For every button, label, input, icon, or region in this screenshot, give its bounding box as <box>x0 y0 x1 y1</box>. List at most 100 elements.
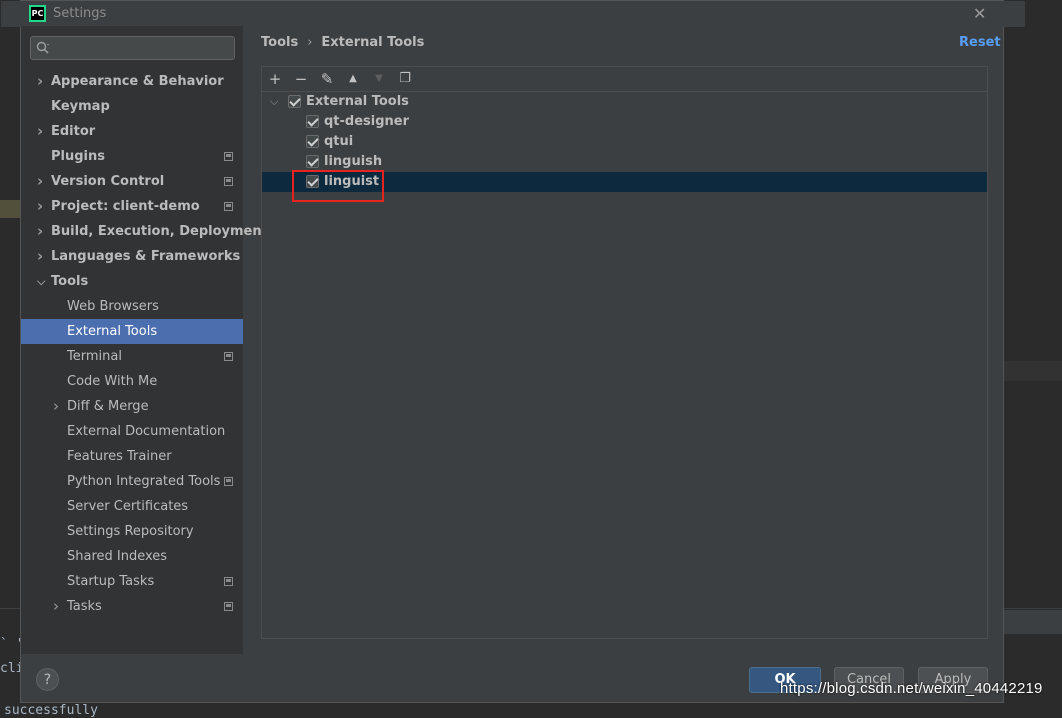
pycharm-logo-icon: PC <box>29 5 46 22</box>
sidebar-item[interactable]: › Tasks <box>21 594 243 619</box>
sidebar-item[interactable]: Web Browsers <box>21 294 243 319</box>
watermark-text: https://blog.csdn.net/weixin_40442219 <box>780 680 1043 697</box>
sidebar-item[interactable]: Plugins <box>21 144 243 169</box>
chevron-right-icon[interactable]: › <box>37 169 47 194</box>
sidebar-item[interactable]: Server Certificates <box>21 494 243 519</box>
project-level-icon <box>224 202 233 211</box>
terminal-line: successfully <box>4 703 98 718</box>
copy-icon[interactable]: ❐ <box>396 70 414 88</box>
chevron-right-icon[interactable]: › <box>37 69 47 94</box>
sidebar-item-label: Languages & Frameworks <box>51 249 241 264</box>
sidebar-item[interactable]: › Version Control <box>21 169 243 194</box>
tool-item[interactable]: qt-designer <box>262 112 987 132</box>
sidebar-item[interactable]: › Build, Execution, Deployment <box>21 219 268 244</box>
search-icon <box>36 41 49 54</box>
sidebar-item[interactable]: External Tools <box>21 319 243 344</box>
tool-item-label: linguish <box>324 154 383 169</box>
sidebar-item-label: Features Trainer <box>67 449 172 464</box>
move-up-icon[interactable]: ▲ <box>344 70 362 88</box>
sidebar-item[interactable]: External Documentation <box>21 419 243 444</box>
chevron-right-icon[interactable]: › <box>37 244 47 269</box>
chevron-right-icon[interactable]: › <box>53 394 63 419</box>
project-level-icon <box>224 602 233 611</box>
sidebar-item[interactable]: Terminal <box>21 344 243 369</box>
sidebar-item[interactable]: › Project: client-demo <box>21 194 243 219</box>
help-button[interactable]: ? <box>36 668 59 691</box>
reset-link[interactable]: Reset <box>959 35 1001 50</box>
sidebar-item[interactable]: Code With Me <box>21 369 243 394</box>
editor-line-highlight <box>0 200 20 218</box>
title-bar: PC Settings ✕ <box>1 1 1025 27</box>
breadcrumb-current: External Tools <box>321 35 425 50</box>
sidebar-item-label: Code With Me <box>67 374 158 389</box>
editor-caret-row <box>1004 361 1062 381</box>
group-checkbox[interactable] <box>288 95 301 108</box>
project-level-icon <box>224 352 233 361</box>
sidebar-item[interactable]: Startup Tasks <box>21 569 243 594</box>
sidebar-item[interactable]: Shared Indexes <box>21 544 243 569</box>
sidebar-item-label: Plugins <box>51 149 105 164</box>
chevron-right-icon[interactable]: › <box>37 219 47 244</box>
chevron-down-icon[interactable]: ⌵ <box>270 92 278 112</box>
chevron-right-icon[interactable]: › <box>37 194 47 219</box>
sidebar-item-label: Startup Tasks <box>67 574 155 589</box>
window-title: Settings <box>53 6 107 21</box>
close-icon[interactable]: ✕ <box>973 4 989 23</box>
tool-item[interactable]: linguish <box>262 152 987 172</box>
sidebar-item[interactable]: › Editor <box>21 119 243 144</box>
chevron-down-icon[interactable]: ⌵ <box>37 269 47 294</box>
sidebar-item-label: Web Browsers <box>67 299 159 314</box>
breadcrumb-parent[interactable]: Tools <box>261 35 298 50</box>
sidebar-item-label: Editor <box>51 124 96 139</box>
sidebar-item-label: Appearance & Behavior <box>51 74 224 89</box>
tool-checkbox[interactable] <box>306 155 319 168</box>
sidebar-item-label: Version Control <box>51 174 165 189</box>
sidebar-item-label: Settings Repository <box>67 524 194 539</box>
chevron-right-icon[interactable]: › <box>53 594 63 619</box>
sidebar-item[interactable]: › Languages & Frameworks <box>21 244 243 269</box>
tree-group-label: External Tools <box>306 94 409 109</box>
project-level-icon <box>224 152 233 161</box>
sidebar-item[interactable]: › Appearance & Behavior <box>21 69 243 94</box>
tool-item[interactable]: qtui <box>262 132 987 152</box>
tool-checkbox[interactable] <box>306 135 319 148</box>
tool-checkbox[interactable] <box>306 115 319 128</box>
external-tools-panel: + − ✎ ▲ ▼ ❐ ⌵ External Tools qt-designer… <box>261 66 988 639</box>
sidebar-item[interactable]: Features Trainer <box>21 444 243 469</box>
chevron-right-icon[interactable]: › <box>37 119 47 144</box>
sidebar-item-label: Python Integrated Tools <box>67 474 221 489</box>
sidebar-item-label: External Documentation <box>67 424 226 439</box>
tool-item-label: qtui <box>324 134 354 149</box>
tool-item-label: qt-designer <box>324 114 410 129</box>
sidebar-item-label: Terminal <box>67 349 122 364</box>
sidebar-item-label: Diff & Merge <box>67 399 149 414</box>
project-level-icon <box>224 477 233 486</box>
sidebar-item[interactable]: › Diff & Merge <box>21 394 243 419</box>
remove-icon[interactable]: − <box>292 70 310 88</box>
sidebar-item-label: Tools <box>51 274 89 289</box>
tree-group-external-tools[interactable]: ⌵ External Tools <box>262 92 987 112</box>
sidebar-item-label: Project: client-demo <box>51 199 200 214</box>
sidebar-item-label: Keymap <box>51 99 110 114</box>
sidebar-item[interactable]: ⌵ Tools <box>21 269 243 294</box>
breadcrumb: Tools › External Tools <box>261 35 424 50</box>
red-annotation-box <box>292 170 384 202</box>
move-down-icon[interactable]: ▼ <box>370 70 388 88</box>
terminal-tab-strip <box>1004 610 1062 634</box>
add-icon[interactable]: + <box>266 70 284 88</box>
logo-text: PC <box>31 7 44 20</box>
edit-icon[interactable]: ✎ <box>318 70 336 88</box>
search-input[interactable] <box>30 36 235 60</box>
settings-dialog: PC Settings ✕ › Appearance & Behavior Keym… <box>1 0 1025 703</box>
sidebar-item[interactable]: Python Integrated Tools <box>21 469 243 494</box>
sidebar-item-label: Server Certificates <box>67 499 189 514</box>
tools-toolbar: + − ✎ ▲ ▼ ❐ <box>262 67 987 91</box>
project-level-icon <box>224 177 233 186</box>
sidebar-item-label: Shared Indexes <box>67 549 168 564</box>
sidebar-item-label: Tasks <box>67 599 102 614</box>
settings-sidebar: › Appearance & Behavior Keymap › Editor Plugi… <box>21 26 268 654</box>
sidebar-item[interactable]: Keymap <box>21 94 243 119</box>
sidebar-item-label: External Tools <box>67 324 158 339</box>
breadcrumb-separator: › <box>307 35 313 50</box>
sidebar-item[interactable]: Settings Repository <box>21 519 243 544</box>
